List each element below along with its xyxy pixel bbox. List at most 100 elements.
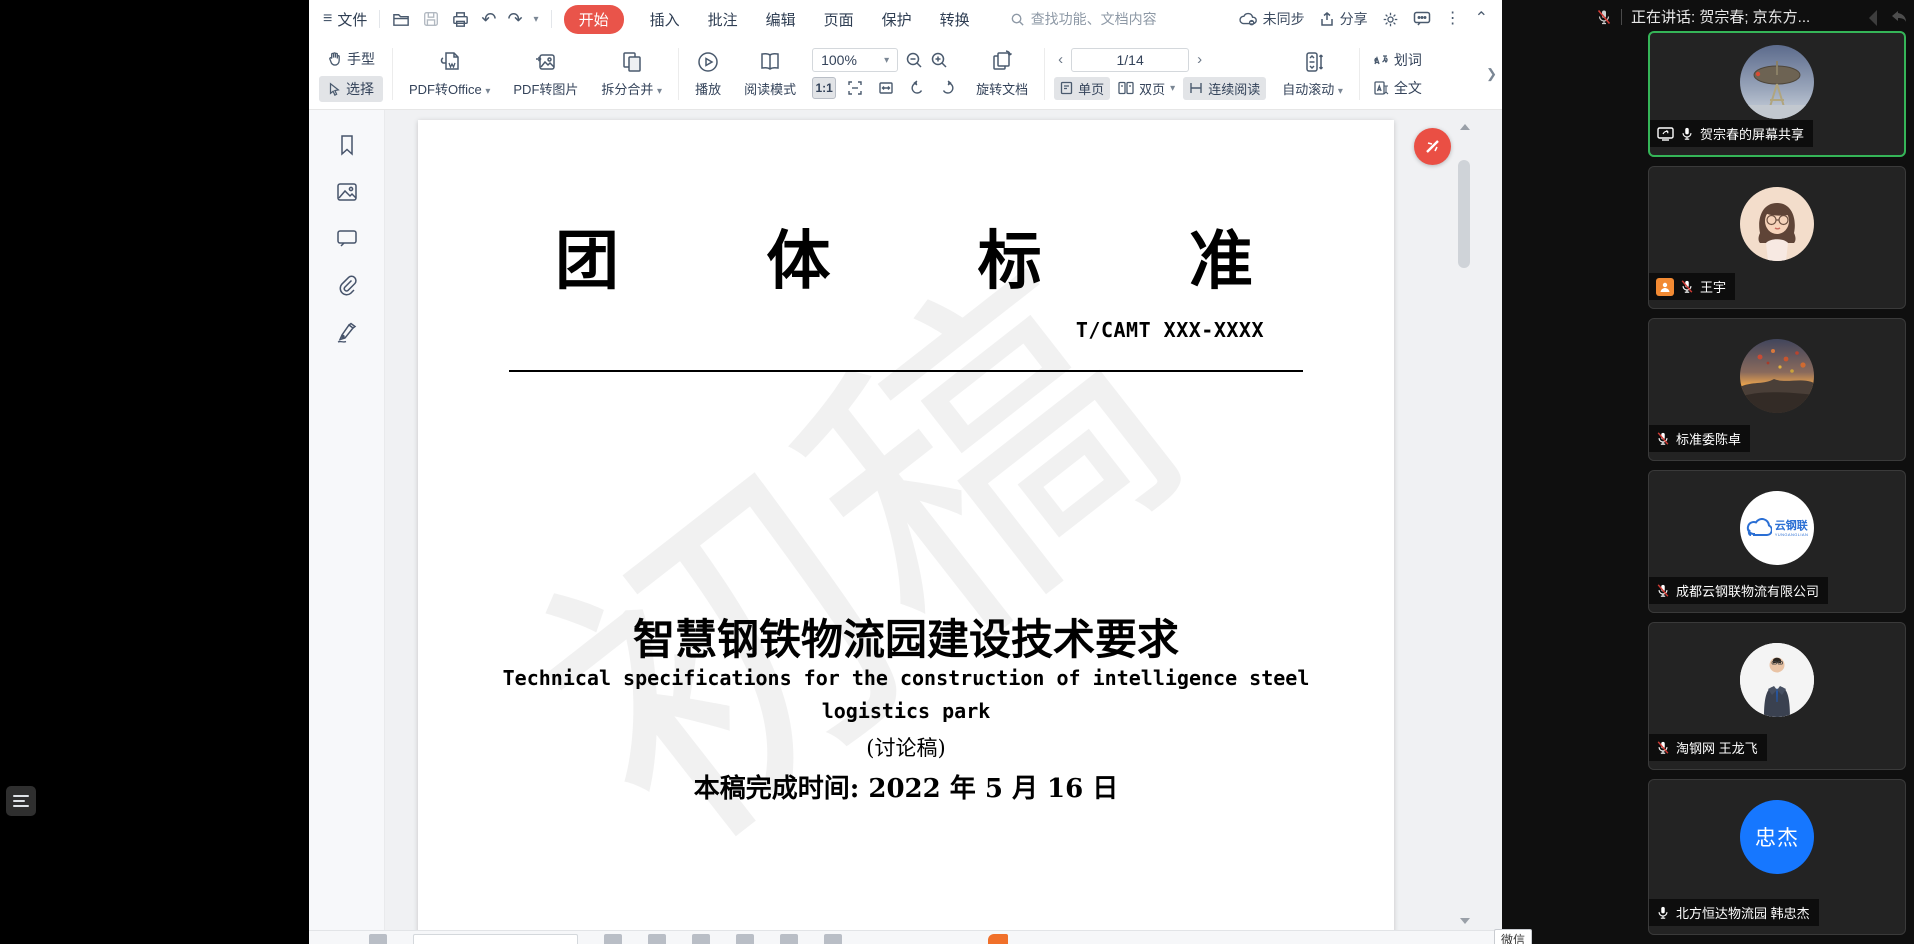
next-page-button[interactable]: › [1193, 51, 1206, 68]
taskbar-icon[interactable] [648, 934, 666, 944]
zoom-out-button[interactable] [905, 51, 923, 69]
avatar: 忠杰 [1740, 800, 1814, 874]
book-icon [757, 49, 783, 75]
speakbar-arrows[interactable] [1864, 6, 1910, 28]
mic-muted-icon [1656, 740, 1670, 755]
split-merge-button[interactable]: 拆分合并 ▾ [594, 47, 669, 100]
speech-bubble-icon [336, 228, 358, 248]
divider [379, 10, 380, 28]
main-menu-button[interactable]: ≡ 文件 [323, 9, 367, 30]
pdf-page[interactable]: 初稿 团 体 标 准 T/CAMT XXX-XXXX 智慧钢铁物流园建设技术要求… [418, 120, 1394, 930]
comments-panel-button[interactable] [336, 228, 358, 248]
undo-button[interactable]: ↶ [481, 10, 496, 28]
outline-toggle-button[interactable] [6, 786, 36, 816]
print-button[interactable] [451, 10, 470, 29]
file-menu-label: 文件 [337, 9, 367, 30]
settings-button[interactable] [1382, 11, 1399, 28]
participant-tile[interactable]: 淘钢网 王龙飞 [1648, 622, 1906, 770]
hand-tool-button[interactable]: 手型 [319, 46, 383, 72]
zoom-in-button[interactable] [930, 51, 948, 69]
continuous-read-button[interactable]: 连续阅读 [1183, 77, 1266, 100]
more-menu-button[interactable]: ⋮ [1445, 11, 1461, 27]
participant-tile[interactable]: 忠杰 北方恒达物流园 韩忠杰 [1648, 779, 1906, 935]
save-button[interactable] [422, 10, 440, 28]
scrollbar-thumb[interactable] [1458, 160, 1470, 268]
undo-icon: ↶ [481, 9, 496, 29]
double-page-button[interactable]: 双页 ▾ [1112, 77, 1181, 100]
participant-tile[interactable]: 云钢联 YUNGANGLIAN 成都云钢联物流有限公司 [1648, 470, 1906, 613]
full-translate-button[interactable]: 全文 [1369, 76, 1426, 100]
tab-annotate[interactable]: 批注 [706, 5, 740, 34]
images-panel-button[interactable] [336, 182, 358, 202]
read-mode-button[interactable]: 阅读模式 [737, 47, 803, 100]
split-merge-icon [619, 49, 645, 75]
taskbar-icon[interactable] [780, 934, 798, 944]
share-button[interactable]: 分享 [1319, 9, 1368, 29]
redo-button[interactable]: ↷ [507, 10, 522, 28]
back-arrow-icon [1864, 6, 1886, 28]
prev-page-button[interactable]: ‹ [1054, 51, 1067, 68]
satellite-dish-avatar [1740, 45, 1814, 119]
page-indicator-input[interactable]: 1/14 [1071, 48, 1189, 72]
rotate-document-button[interactable]: 旋转文档 [969, 47, 1035, 100]
open-file-button[interactable] [392, 10, 411, 29]
pdf-to-image-icon [533, 49, 559, 75]
taskbar-input[interactable] [413, 934, 578, 944]
tab-page[interactable]: 页面 [822, 5, 856, 34]
taskbar-flame-icon[interactable] [988, 934, 1008, 944]
rotate-document-label: 旋转文档 [976, 79, 1028, 98]
scroll-up-arrow[interactable] [1460, 124, 1470, 130]
fit-page-button[interactable] [843, 77, 867, 99]
document-scrollbar[interactable] [1458, 110, 1472, 930]
cloud-logo-icon [1746, 518, 1772, 538]
single-page-button[interactable]: 单页 [1054, 77, 1110, 100]
zoom-level-select[interactable]: 100% ▾ [812, 48, 898, 72]
divider [1044, 48, 1045, 100]
ribbon-expander-button[interactable]: ❯ [1483, 58, 1500, 90]
bookmarks-panel-button[interactable] [337, 134, 357, 156]
word-translate-label: 划词 [1394, 50, 1422, 70]
participant-tile[interactable]: 贺宗春的屏幕共享 [1648, 31, 1906, 157]
chevron-right-icon: › [1197, 51, 1202, 68]
pdf-to-image-button[interactable]: PDF转图片 [506, 47, 585, 100]
word-translate-button[interactable]: 划词 [1369, 48, 1426, 72]
sync-label: 未同步 [1263, 9, 1305, 29]
collapse-ribbon-button[interactable]: ⌃ [1475, 11, 1488, 27]
participant-name: 标准委陈卓 [1676, 429, 1741, 448]
history-dropdown-button[interactable]: ▾ [534, 14, 539, 25]
auto-scroll-button[interactable]: 自动滚动 ▾ [1275, 47, 1350, 100]
divider [551, 10, 552, 28]
actual-size-button[interactable]: 1:1 [812, 77, 836, 99]
attachments-panel-button[interactable] [337, 274, 357, 296]
sync-status-button[interactable]: 未同步 [1238, 9, 1305, 29]
rotate-right-button[interactable] [936, 77, 960, 99]
image-icon [336, 182, 358, 202]
rotate-left-button[interactable] [905, 77, 929, 99]
participant-tile[interactable]: 王宇 [1648, 166, 1906, 309]
document-area[interactable]: 初稿 团 体 标 准 T/CAMT XXX-XXXX 智慧钢铁物流园建设技术要求… [385, 110, 1502, 930]
taskbar-icon[interactable] [692, 934, 710, 944]
scroll-down-arrow[interactable] [1460, 918, 1470, 924]
tab-convert[interactable]: 转换 [938, 5, 972, 34]
zoom-out-icon [905, 51, 923, 69]
tab-insert[interactable]: 插入 [648, 5, 682, 34]
play-button[interactable]: 播放 [688, 47, 728, 100]
fit-width-button[interactable] [874, 77, 898, 99]
taskbar-icon[interactable] [824, 934, 842, 944]
comment-panel-button[interactable] [1413, 11, 1431, 27]
rotate-ccw-icon [909, 80, 925, 96]
signature-panel-button[interactable] [335, 322, 359, 344]
share-label: 分享 [1340, 9, 1368, 29]
tab-home[interactable]: 开始 [564, 5, 624, 34]
tab-edit[interactable]: 编辑 [764, 5, 798, 34]
search-box[interactable]: 查找功能、文档内容 [1010, 9, 1157, 29]
mic-muted-icon [1656, 583, 1670, 598]
floating-tool-badge[interactable] [1414, 128, 1451, 165]
taskbar-icon[interactable] [369, 934, 387, 944]
pdf-to-office-button[interactable]: PDF转Office ▾ [402, 47, 497, 100]
select-tool-button[interactable]: 选择 [319, 76, 383, 102]
taskbar-icon[interactable] [736, 934, 754, 944]
participant-tile[interactable]: 标准委陈卓 [1648, 318, 1906, 461]
tab-protect[interactable]: 保护 [880, 5, 914, 34]
taskbar-icon[interactable] [604, 934, 622, 944]
